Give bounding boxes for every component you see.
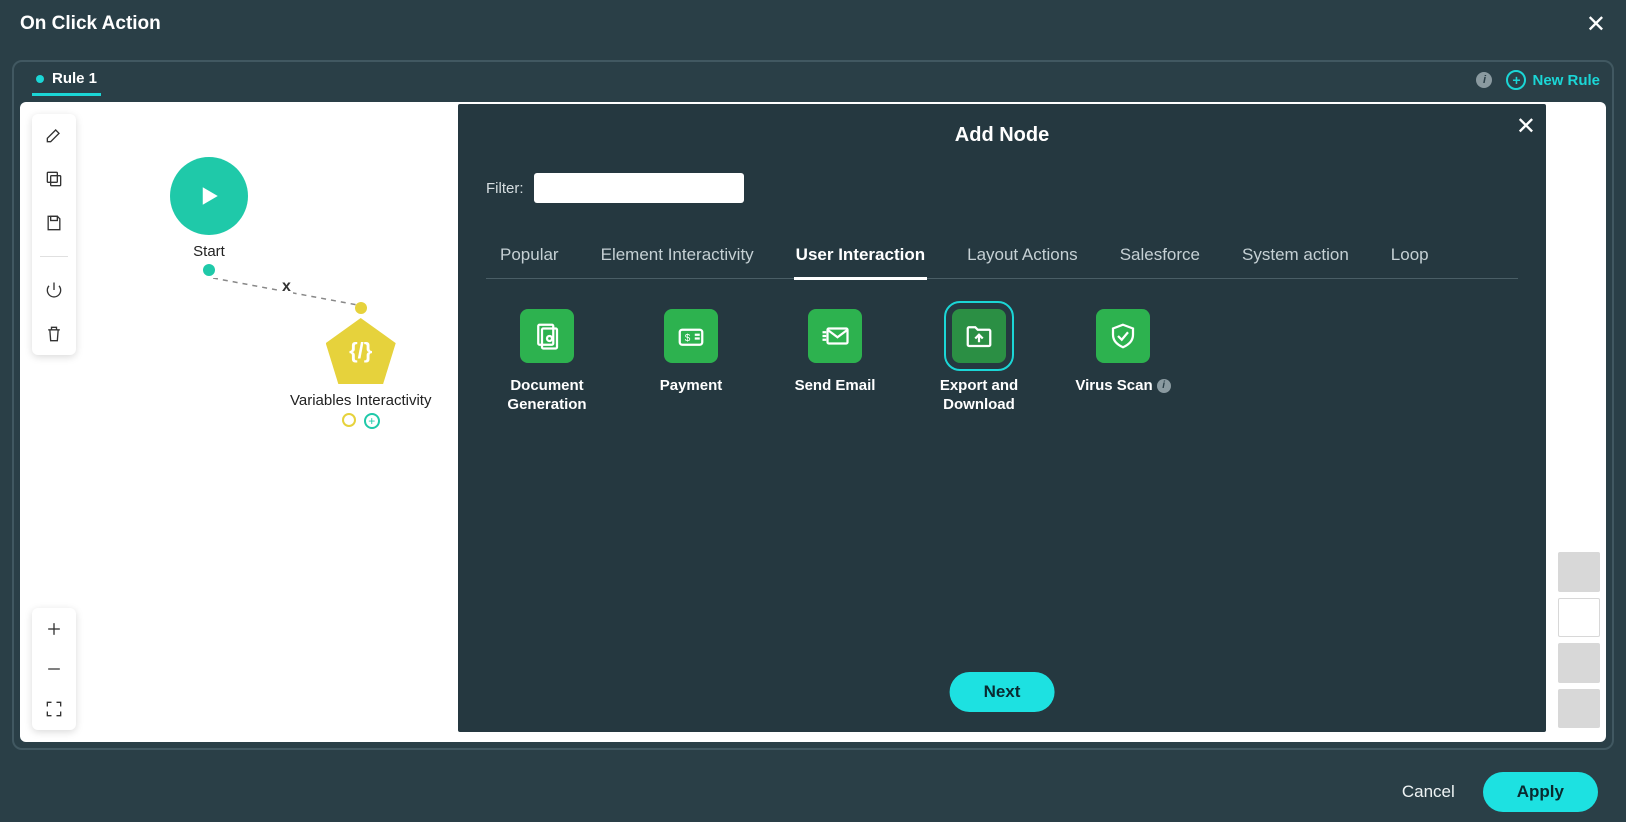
strip-block	[1558, 689, 1600, 729]
trash-icon[interactable]	[43, 323, 65, 345]
tab-layout-actions[interactable]: Layout Actions	[965, 237, 1080, 278]
variables-glyph: {/}	[349, 338, 372, 364]
tab-salesforce[interactable]: Salesforce	[1118, 237, 1202, 278]
rule-tab[interactable]: Rule 1	[32, 64, 101, 96]
node-send-email[interactable]: Send Email	[780, 309, 890, 415]
play-icon	[170, 157, 248, 235]
start-node[interactable]: Start	[170, 157, 248, 276]
modal-title: Add Node	[486, 124, 1518, 147]
category-tabs: Popular Element Interactivity User Inter…	[486, 237, 1518, 279]
flow-canvas[interactable]: Start x {/} Variables Interactivity + ✕	[20, 102, 1606, 742]
tab-popular[interactable]: Popular	[498, 237, 561, 278]
tab-system-action[interactable]: System action	[1240, 237, 1351, 278]
workspace: Rule 1 i + New Rule	[12, 60, 1614, 750]
filter-label: Filter:	[486, 180, 524, 197]
node-grid: Document Generation $ Payment Send Email	[486, 309, 1518, 415]
email-icon	[808, 309, 862, 363]
variables-node-label: Variables Interactivity	[290, 392, 431, 409]
copy-icon[interactable]	[43, 168, 65, 190]
document-icon	[520, 309, 574, 363]
strip-block	[1558, 643, 1600, 683]
save-icon[interactable]	[43, 212, 65, 234]
zoom-in-icon[interactable]	[43, 618, 65, 640]
add-node-panel: ✕ Add Node Filter: Popular Element Inter…	[458, 104, 1546, 732]
delete-connection-icon[interactable]: x	[280, 278, 293, 296]
title-bar: On Click Action ✕	[0, 0, 1626, 48]
tab-user-interaction[interactable]: User Interaction	[794, 237, 927, 280]
node-label: Send Email	[780, 377, 890, 396]
tab-element-interactivity[interactable]: Element Interactivity	[599, 237, 756, 278]
next-button[interactable]: Next	[950, 672, 1055, 712]
svg-text:$: $	[685, 333, 691, 344]
payment-icon: $	[664, 309, 718, 363]
filter-input[interactable]	[534, 173, 744, 203]
rule-tab-label: Rule 1	[52, 70, 97, 87]
zoom-out-icon[interactable]	[43, 658, 65, 680]
node-label: Document Generation	[492, 377, 602, 415]
edit-icon[interactable]	[43, 124, 65, 146]
variables-node[interactable]: {/} Variables Interactivity +	[290, 302, 431, 429]
variables-shape-icon: {/}	[326, 318, 396, 384]
info-icon[interactable]: i	[1476, 72, 1492, 88]
right-scroll-strip	[1558, 552, 1600, 728]
strip-block	[1558, 598, 1600, 638]
node-export-download[interactable]: Export and Download	[924, 309, 1034, 415]
cancel-button[interactable]: Cancel	[1396, 781, 1461, 803]
plus-circle-icon: +	[1506, 70, 1526, 90]
canvas-toolbar-bottom	[32, 608, 76, 730]
rule-tab-row: Rule 1 i + New Rule	[14, 62, 1612, 98]
apply-button[interactable]: Apply	[1483, 772, 1598, 812]
node-label: Virus Scani	[1068, 377, 1178, 396]
strip-block	[1558, 552, 1600, 592]
variables-output-port[interactable]	[342, 413, 356, 427]
new-rule-label: New Rule	[1532, 72, 1600, 89]
start-node-label: Start	[170, 243, 248, 260]
close-icon[interactable]: ✕	[1516, 112, 1536, 141]
fullscreen-icon[interactable]	[43, 698, 65, 720]
page-title: On Click Action	[20, 13, 161, 35]
tab-loop[interactable]: Loop	[1389, 237, 1431, 278]
start-output-port[interactable]	[203, 264, 215, 276]
footer-bar: Cancel Apply	[0, 762, 1626, 822]
toolbar-divider	[40, 256, 68, 257]
add-port-icon[interactable]: +	[364, 413, 380, 429]
export-icon	[952, 309, 1006, 363]
node-virus-scan[interactable]: Virus Scani	[1068, 309, 1178, 415]
new-rule-button[interactable]: + New Rule	[1506, 70, 1600, 90]
info-icon[interactable]: i	[1157, 379, 1171, 393]
status-dot-icon	[36, 75, 44, 83]
node-label: Export and Download	[924, 377, 1034, 415]
variables-input-port[interactable]	[355, 302, 367, 314]
node-payment[interactable]: $ Payment	[636, 309, 746, 415]
power-icon[interactable]	[43, 279, 65, 301]
node-document-generation[interactable]: Document Generation	[492, 309, 602, 415]
node-label: Payment	[636, 377, 746, 396]
close-icon[interactable]: ✕	[1586, 10, 1606, 39]
shield-icon	[1096, 309, 1150, 363]
filter-row: Filter:	[486, 173, 1518, 203]
canvas-toolbar-top	[32, 114, 76, 355]
